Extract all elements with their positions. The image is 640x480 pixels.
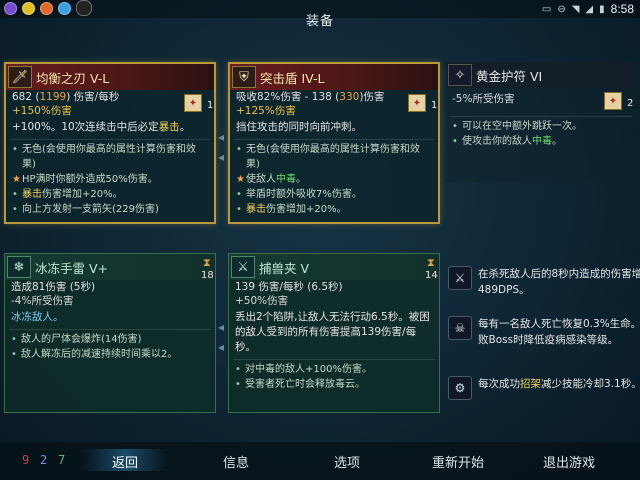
effect-line: • 暴击伤害增加+20%。	[12, 189, 123, 200]
grenade-icon: ❄	[7, 256, 31, 278]
skill-card-bear-trap[interactable]: ⚔ 捕兽夹 V ⧗ 14 139 伤害/每秒 (6.5秒) +50%伤害 丢出2…	[228, 253, 440, 413]
item-description: 丢出2个陷阱,让敌人无法行动6.5秒。被困的敌人受到的所有伤害提高139伤害/每…	[235, 311, 430, 353]
item-bonus: -4%所受伤害	[11, 295, 74, 307]
amulet-icon: ✧	[448, 64, 472, 86]
amulet-card[interactable]: ✧ 黄金护符 VI -5%所受伤害 ✦ 2 • 可以在空中额外跳跃一次。 • 使攻击…	[446, 62, 636, 182]
item-stats: 139 伤害/每秒 (6.5秒)	[235, 281, 343, 293]
effect-line: • 无色(会使用你最高的属性计算伤害和效果)	[12, 144, 196, 170]
effect-line: • 暴击伤害增加+20%。	[236, 204, 347, 215]
green-scroll-count: 7	[58, 453, 66, 467]
scroll-count: 1	[431, 100, 438, 111]
swap-arrow-icon: ◂	[218, 130, 225, 144]
item-name: 突击盾 IV-L	[260, 70, 325, 86]
info-button[interactable]: 信息	[191, 452, 281, 471]
cooldown-value: 14	[425, 270, 438, 281]
item-stats: 造成81伤害 (5秒)	[11, 281, 96, 293]
mutation-icon: ☠	[448, 316, 472, 340]
effect-line: • 向上方发射一支箭矢(229伤害)	[12, 204, 159, 215]
weapon-card-balance-blade[interactable]: 🗡 均衡之刃 V-L 682 (1199) 伤害/每秒 +150%伤害 ✦ 1 …	[4, 62, 216, 224]
effect-line: • 使攻击你的敌人中毒。	[452, 136, 562, 147]
sword-icon: 🗡	[8, 66, 32, 88]
cooldown-icon: ⧗	[203, 256, 211, 269]
red-scroll-count: 9	[22, 453, 30, 467]
mutation-icon: ⚙	[448, 376, 472, 400]
item-bonus: +125%伤害	[236, 105, 296, 117]
scroll-icon: ✦	[184, 94, 202, 112]
cooldown-value: 18	[201, 270, 214, 281]
weapon-card-assault-shield[interactable]: ⛨ 突击盾 IV-L 吸收82%伤害 - 138 (330)伤害 +125%伤害…	[228, 62, 440, 224]
item-name: 冰冻手雷 V+	[35, 260, 108, 276]
swap-arrow-icon: ◂	[218, 320, 225, 334]
mutation-slot[interactable]: ⚔ 在杀死敌人后的8秒内造成的伤害增加489DPS。	[448, 266, 640, 298]
item-bonus: +150%伤害	[12, 105, 72, 117]
effect-line: • 无色(会使用你最高的属性计算伤害和效果)	[236, 144, 420, 170]
item-description: +100%。10次连续击中后必定暴击。	[12, 121, 191, 133]
shield-icon: ⛨	[232, 66, 256, 88]
quit-button[interactable]: 退出游戏	[524, 452, 614, 471]
mutation-slot[interactable]: ⚙ 每次成功招架减少技能冷却3.1秒。	[448, 376, 640, 400]
effect-line: ★ 使敌人中毒。	[236, 174, 306, 185]
swap-arrow-icon: ◂	[218, 150, 225, 164]
page-title: 装备	[305, 14, 334, 29]
mutation-icon: ⚔	[448, 266, 472, 290]
item-name: 黄金护符 VI	[476, 68, 543, 84]
effect-line: • 敌人的尸体会爆炸(14伤害)	[11, 334, 142, 345]
scroll-count: 2	[627, 98, 634, 109]
back-button[interactable]: 返回	[80, 452, 170, 471]
item-stats: 682 (1199) 伤害/每秒	[12, 91, 120, 103]
effect-line: • 举盾时额外吸收7%伤害。	[236, 189, 362, 200]
game-screen: ▭ ⊖ ◥ ◢ ▮ 8:58 装备 🗡 均衡之刃 V-L 682 (1199) …	[0, 0, 640, 480]
options-button[interactable]: 选项	[302, 452, 392, 471]
item-bonus: +50%伤害	[235, 295, 289, 307]
trap-icon: ⚔	[231, 256, 255, 278]
effect-line: • 可以在空中额外跳跃一次。	[452, 121, 582, 132]
effect-line: • 对中毒的敌人+100%伤害。	[235, 364, 372, 375]
swap-arrow-icon: ◂	[218, 340, 225, 354]
skill-card-freeze-grenade[interactable]: ❄ 冰冻手雷 V+ ⧗ 18 造成81伤害 (5秒) -4%所受伤害 冰冻敌人。…	[4, 253, 216, 413]
bottom-nav-bar: 9 2 7 返回 信息 选项 重新开始 退出游戏	[0, 442, 640, 480]
scroll-count: 1	[207, 100, 214, 111]
effect-line: • 受害者死亡时会释放毒云。	[235, 379, 365, 390]
item-description: 挡住攻击的同时向前冲刺。	[236, 121, 362, 133]
scroll-icon: ✦	[604, 92, 622, 110]
effect-line: ★ HP满时你额外造成50%伤害。	[12, 174, 158, 185]
item-description: 冰冻敌人。	[11, 311, 64, 323]
effect-line: • 敌人解冻后的减速持续时间乘以2。	[11, 349, 178, 360]
item-name: 均衡之刃 V-L	[36, 70, 110, 86]
cooldown-icon: ⧗	[427, 256, 435, 269]
item-stats: 吸收82%伤害 - 138 (330)伤害	[236, 91, 385, 103]
restart-button[interactable]: 重新开始	[413, 452, 503, 471]
scroll-icon: ✦	[408, 94, 426, 112]
item-name: 捕兽夹 V	[259, 260, 310, 276]
blue-scroll-count: 2	[40, 453, 48, 467]
mutation-slot[interactable]: ☠ 每有一名敌人死亡恢复0.3%生命。击败Boss时降低疫病感染等级。	[448, 316, 640, 348]
